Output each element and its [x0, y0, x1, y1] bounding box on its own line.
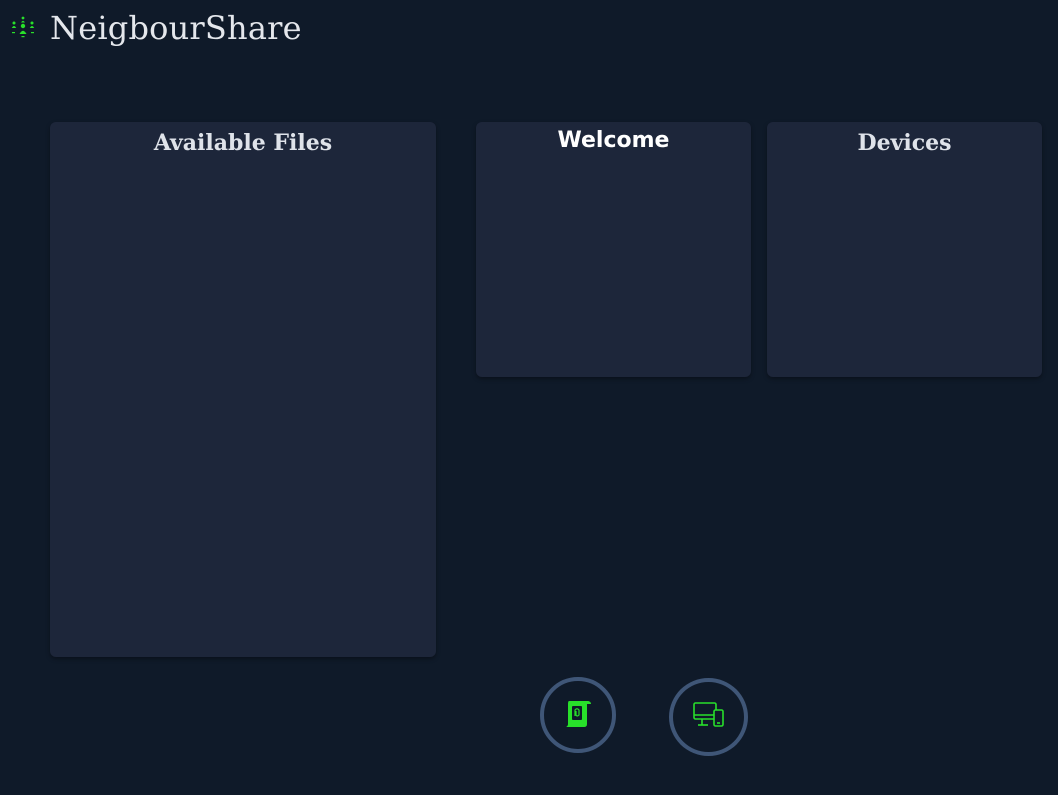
available-files-title: Available Files	[153, 130, 333, 156]
devices-icon	[692, 700, 726, 734]
app-title: NeigbourShare	[50, 9, 302, 47]
devices-button[interactable]	[669, 678, 748, 756]
available-files-panel: Available Files	[50, 122, 436, 657]
welcome-title: Welcome	[557, 128, 670, 153]
scroll-file-icon	[563, 697, 593, 733]
devices-panel: Devices	[767, 122, 1042, 377]
welcome-panel: Welcome	[476, 122, 751, 377]
devices-title: Devices	[857, 130, 952, 156]
files-button[interactable]	[540, 677, 616, 753]
app-root: NeigbourShare Available Files Welcome De…	[0, 0, 1058, 795]
app-header: NeigbourShare	[10, 6, 302, 50]
people-network-icon	[10, 15, 36, 41]
